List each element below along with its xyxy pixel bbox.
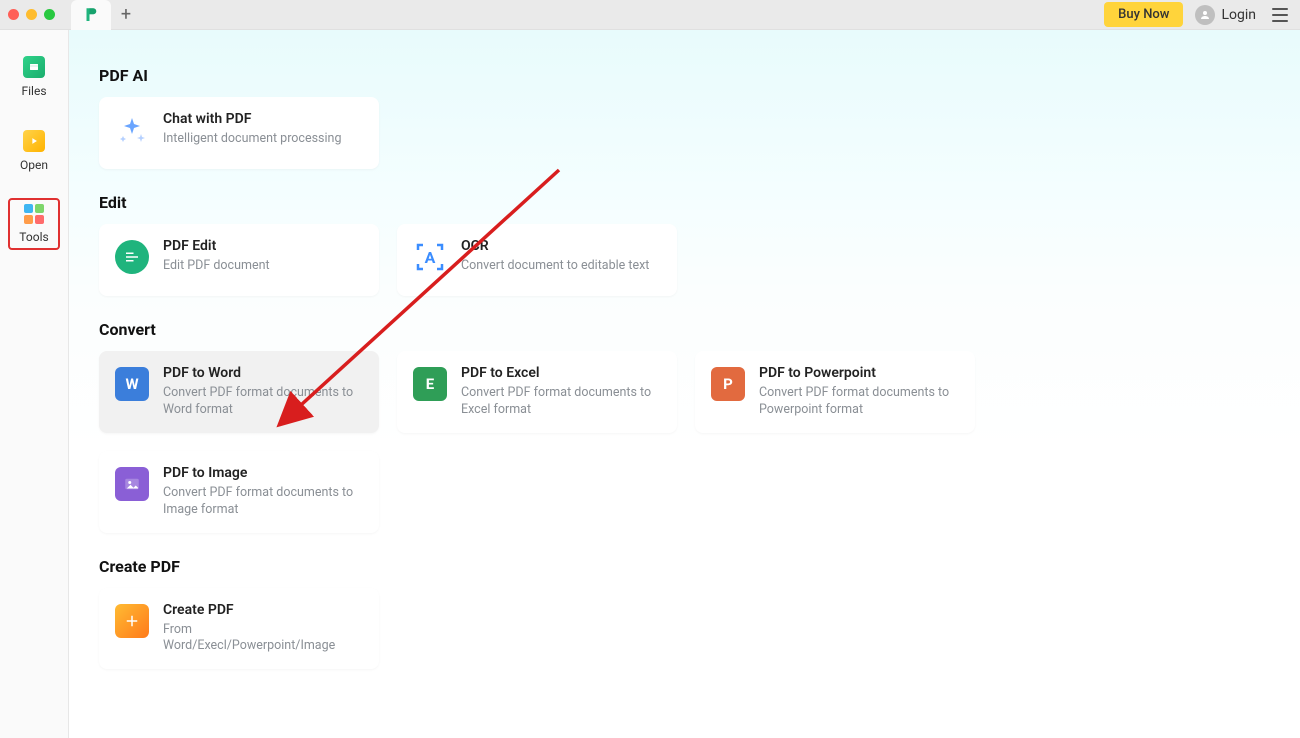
maximize-window-button[interactable] <box>44 9 55 20</box>
card-pdf-to-word[interactable]: W PDF to Word Convert PDF format documen… <box>99 351 379 433</box>
card-create-pdf[interactable]: Create PDF From Word/Execl/Powerpoint/Im… <box>99 588 379 670</box>
menu-button[interactable] <box>1268 4 1292 26</box>
app-tab[interactable] <box>71 0 111 30</box>
create-pdf-icon <box>115 604 149 638</box>
card-desc: From Word/Execl/Powerpoint/Image <box>163 622 363 656</box>
card-title: OCR <box>461 238 649 254</box>
main-panel: PDF AI Chat with PDF Intelligent documen… <box>69 30 1300 738</box>
open-icon <box>23 130 45 152</box>
card-pdf-edit[interactable]: PDF Edit Edit PDF document <box>99 224 379 296</box>
card-title: PDF to Word <box>163 365 363 381</box>
svg-text:A: A <box>425 248 436 267</box>
card-desc: Convert PDF format documents to Image fo… <box>163 485 363 519</box>
card-desc: Intelligent document processing <box>163 131 341 148</box>
login-button[interactable]: Login <box>1195 5 1256 25</box>
sparkle-icon <box>115 113 149 147</box>
word-icon: W <box>115 367 149 401</box>
close-window-button[interactable] <box>8 9 19 20</box>
powerpoint-icon: P <box>711 367 745 401</box>
card-desc: Convert document to editable text <box>461 258 649 275</box>
ocr-icon: A <box>413 240 447 274</box>
excel-icon: E <box>413 367 447 401</box>
new-tab-button[interactable]: + <box>111 0 141 30</box>
card-desc: Convert PDF format documents to Excel fo… <box>461 385 661 419</box>
card-title: Create PDF <box>163 602 363 618</box>
section-title-create-pdf: Create PDF <box>99 557 1270 576</box>
card-title: PDF to Image <box>163 465 363 481</box>
sidebar-item-label: Tools <box>19 230 48 244</box>
card-pdf-to-image[interactable]: PDF to Image Convert PDF format document… <box>99 451 379 533</box>
sidebar-item-files[interactable]: Files <box>8 50 60 104</box>
card-title: PDF Edit <box>163 238 270 254</box>
card-desc: Convert PDF format documents to Powerpoi… <box>759 385 959 419</box>
sidebar-item-label: Files <box>21 84 46 98</box>
card-pdf-to-excel[interactable]: E PDF to Excel Convert PDF format docume… <box>397 351 677 433</box>
sidebar-item-label: Open <box>20 158 48 172</box>
section-title-convert: Convert <box>99 320 1270 339</box>
titlebar: + Buy Now Login <box>0 0 1300 30</box>
card-desc: Edit PDF document <box>163 258 270 275</box>
card-desc: Convert PDF format documents to Word for… <box>163 385 363 419</box>
tools-icon <box>24 204 44 224</box>
card-title: Chat with PDF <box>163 111 341 127</box>
section-title-pdf-ai: PDF AI <box>99 66 1270 85</box>
section-title-edit: Edit <box>99 193 1270 212</box>
card-pdf-to-powerpoint[interactable]: P PDF to Powerpoint Convert PDF format d… <box>695 351 975 433</box>
sidebar: Files Open Tools <box>0 30 69 738</box>
minimize-window-button[interactable] <box>26 9 37 20</box>
image-icon <box>115 467 149 501</box>
window-controls <box>8 9 55 20</box>
card-ocr[interactable]: A OCR Convert document to editable text <box>397 224 677 296</box>
card-chat-with-pdf[interactable]: Chat with PDF Intelligent document proce… <box>99 97 379 169</box>
card-title: PDF to Powerpoint <box>759 365 959 381</box>
login-label: Login <box>1221 7 1256 23</box>
files-icon <box>23 56 45 78</box>
app-logo-icon <box>82 6 100 24</box>
avatar-icon <box>1195 5 1215 25</box>
edit-icon <box>115 240 149 274</box>
sidebar-item-open[interactable]: Open <box>8 124 60 178</box>
sidebar-item-tools[interactable]: Tools <box>8 198 60 250</box>
buy-now-button[interactable]: Buy Now <box>1104 2 1183 27</box>
card-title: PDF to Excel <box>461 365 661 381</box>
